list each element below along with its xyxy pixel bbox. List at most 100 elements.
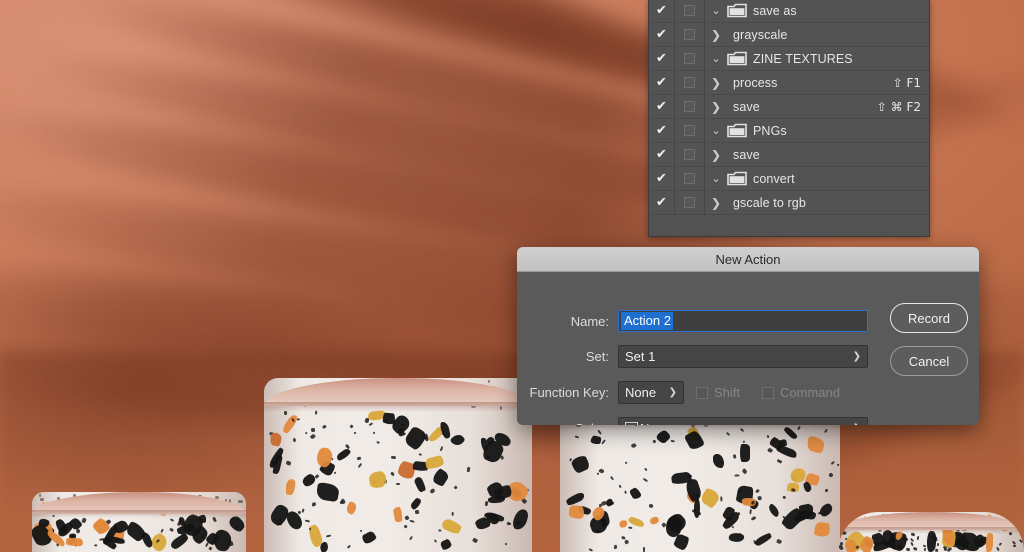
action-dialog-toggle-cell[interactable] (675, 190, 705, 215)
set-dropdown[interactable]: Set 1 ❯ (618, 345, 868, 368)
action-row[interactable]: ✔ ⌄ save as (649, 0, 929, 23)
terrazzo-chip (484, 500, 488, 507)
action-row[interactable]: ✔ ❯ grayscale (649, 22, 929, 47)
action-row[interactable]: ✔ ❯ gscale to rgb (649, 190, 929, 215)
terrazzo-chip (734, 473, 740, 477)
action-row[interactable]: ✔ ⌄ PNGs (649, 118, 929, 143)
dialog-toggle-box[interactable] (684, 5, 695, 16)
action-main-cell[interactable]: ❯ process ⇧ F1 (705, 71, 929, 95)
actions-list[interactable]: ✔ ⌄ save as ✔ ❯ grayscale ✔ ⌄ ZINE TEXTURES ✔ ❯ pro… (649, 0, 929, 215)
dialog-toggle-box[interactable] (684, 101, 695, 112)
action-toggle-cell[interactable]: ✔ (649, 0, 675, 23)
action-toggle-cell[interactable]: ✔ (649, 46, 675, 71)
terrazzo-chip (643, 478, 649, 483)
color-row: Color: ✕ None ❯ (517, 417, 868, 425)
checkmark-icon[interactable]: ✔ (656, 4, 667, 17)
command-checkbox[interactable] (762, 386, 775, 399)
dialog-toggle-box[interactable] (684, 173, 695, 184)
command-modifier[interactable]: Command (762, 385, 840, 400)
checkmark-icon[interactable]: ✔ (656, 148, 667, 161)
action-dialog-toggle-cell[interactable] (675, 0, 705, 23)
chevron-down-icon[interactable]: ⌄ (705, 52, 727, 65)
checkmark-icon[interactable]: ✔ (656, 124, 667, 137)
dialog-toggle-box[interactable] (684, 77, 695, 88)
terrazzo-chip (740, 443, 750, 463)
terrazzo-chip (776, 459, 783, 464)
checkmark-icon[interactable]: ✔ (656, 52, 667, 65)
terrazzo-chip (824, 489, 828, 493)
action-dialog-toggle-cell[interactable] (675, 142, 705, 167)
action-name: grayscale (733, 27, 788, 42)
actions-panel[interactable]: ✔ ⌄ save as ✔ ❯ grayscale ✔ ⌄ ZINE TEXTURES ✔ ❯ pro… (648, 0, 930, 237)
action-toggle-cell[interactable]: ✔ (649, 94, 675, 119)
chevron-right-icon[interactable]: ❯ (705, 76, 727, 90)
action-main-cell[interactable]: ❯ gscale to rgb (705, 191, 929, 215)
terrazzo-chip (505, 543, 508, 546)
action-toggle-cell[interactable]: ✔ (649, 70, 675, 95)
terrazzo-chip (39, 494, 42, 497)
dialog-toggle-box[interactable] (684, 29, 695, 40)
record-button[interactable]: Record (890, 303, 968, 333)
dialog-toggle-box[interactable] (684, 197, 695, 208)
chevron-right-icon[interactable]: ❯ (705, 28, 727, 42)
action-dialog-toggle-cell[interactable] (675, 22, 705, 47)
chevron-right-icon[interactable]: ❯ (705, 148, 727, 162)
terrazzo-chip (783, 495, 787, 499)
action-row[interactable]: ✔ ❯ save (649, 142, 929, 167)
name-input[interactable]: Action 2 (618, 310, 868, 332)
action-main-cell[interactable]: ⌄ save as (705, 0, 929, 23)
color-dropdown[interactable]: ✕ None ❯ (618, 417, 868, 425)
dialog-toggle-box[interactable] (684, 53, 695, 64)
action-main-cell[interactable]: ❯ save (705, 143, 929, 167)
action-toggle-cell[interactable]: ✔ (649, 166, 675, 191)
shift-modifier[interactable]: Shift (696, 385, 740, 400)
terrazzo-chip (439, 445, 444, 451)
cancel-button[interactable]: Cancel (890, 346, 968, 376)
action-dialog-toggle-cell[interactable] (675, 118, 705, 143)
action-main-cell[interactable]: ⌄ ZINE TEXTURES (705, 47, 929, 71)
chevron-down-icon: ❯ (668, 387, 677, 398)
dialog-title: New Action (715, 251, 781, 267)
chevron-down-icon[interactable]: ⌄ (705, 4, 727, 17)
action-row[interactable]: ✔ ⌄ convert (649, 166, 929, 191)
chevron-right-icon[interactable]: ❯ (705, 100, 727, 114)
action-row[interactable]: ✔ ❯ save ⇧ ⌘ F2 (649, 94, 929, 119)
terrazzo-chip (902, 537, 908, 542)
chevron-down-icon[interactable]: ⌄ (705, 124, 727, 137)
action-toggle-cell[interactable]: ✔ (649, 118, 675, 143)
terrazzo-chip (66, 537, 84, 547)
dialog-titlebar[interactable]: New Action (517, 247, 979, 272)
checkmark-icon[interactable]: ✔ (656, 172, 667, 185)
action-dialog-toggle-cell[interactable] (675, 166, 705, 191)
action-row[interactable]: ✔ ❯ process ⇧ F1 (649, 70, 929, 95)
terrazzo-chip (597, 472, 600, 476)
terrazzo-chip (624, 490, 628, 494)
terrazzo-chip (349, 424, 354, 430)
action-main-cell[interactable]: ⌄ PNGs (705, 119, 929, 143)
dialog-toggle-box[interactable] (684, 149, 695, 160)
action-dialog-toggle-cell[interactable] (675, 46, 705, 71)
terrazzo-chip (409, 535, 413, 541)
checkmark-icon[interactable]: ✔ (656, 76, 667, 89)
action-dialog-toggle-cell[interactable] (675, 70, 705, 95)
action-main-cell[interactable]: ❯ save ⇧ ⌘ F2 (705, 95, 929, 119)
function-key-dropdown[interactable]: None ❯ (618, 381, 684, 404)
action-toggle-cell[interactable]: ✔ (649, 142, 675, 167)
action-dialog-toggle-cell[interactable] (675, 94, 705, 119)
checkmark-icon[interactable]: ✔ (656, 28, 667, 41)
action-main-cell[interactable]: ❯ grayscale (705, 23, 929, 47)
checkmark-icon[interactable]: ✔ (656, 196, 667, 209)
chevron-right-icon[interactable]: ❯ (705, 196, 727, 210)
dialog-toggle-box[interactable] (684, 125, 695, 136)
terrazzo-chip (361, 529, 378, 546)
action-main-cell[interactable]: ⌄ convert (705, 167, 929, 191)
checkmark-icon[interactable]: ✔ (656, 100, 667, 113)
chevron-down-icon[interactable]: ⌄ (705, 172, 727, 185)
action-row[interactable]: ✔ ⌄ ZINE TEXTURES (649, 46, 929, 71)
terrazzo-chip (314, 473, 320, 479)
action-toggle-cell[interactable]: ✔ (649, 190, 675, 215)
terrazzo-chip (750, 515, 756, 520)
action-toggle-cell[interactable]: ✔ (649, 22, 675, 47)
terrazzo-chip (943, 548, 947, 552)
shift-checkbox[interactable] (696, 386, 708, 399)
